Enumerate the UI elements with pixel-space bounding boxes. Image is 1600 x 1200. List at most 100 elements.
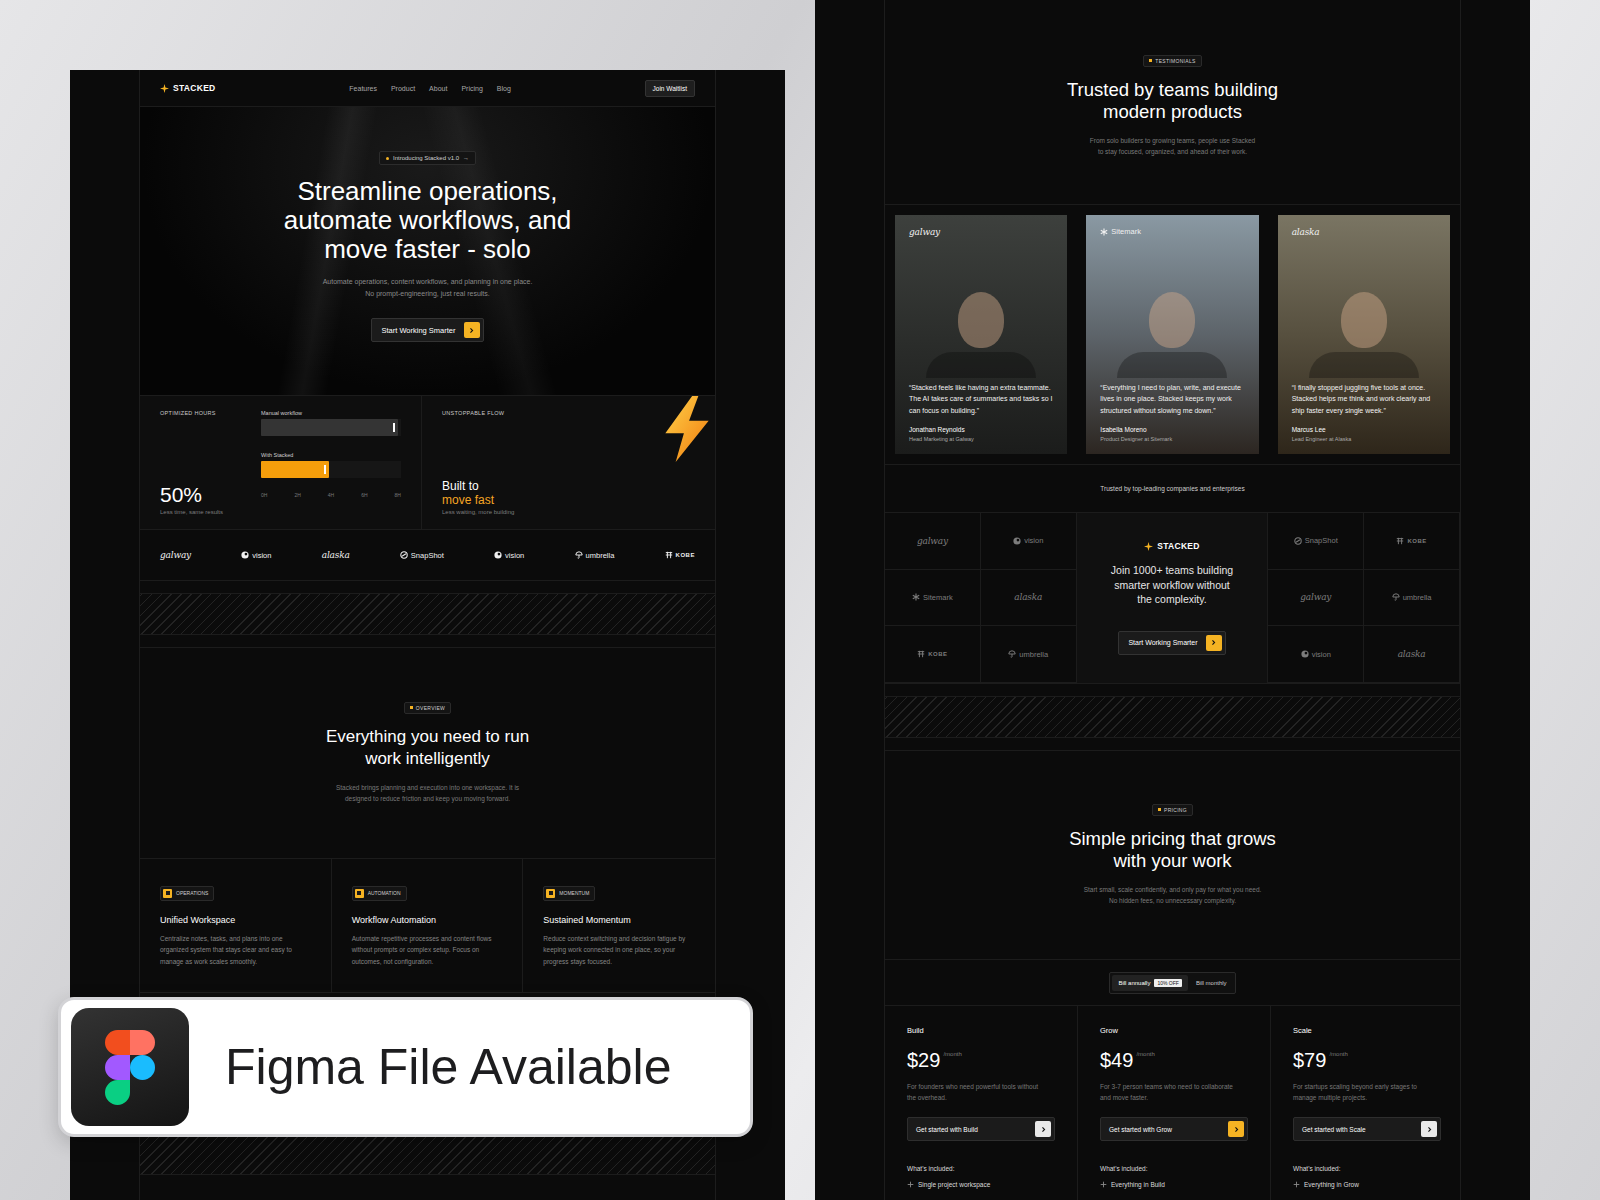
company-logo: alaska <box>1014 592 1042 602</box>
portrait-photo <box>1100 236 1244 378</box>
company-logo: Sitemark <box>912 593 953 602</box>
section-text: Start small, scale confidently, and only… <box>1084 884 1262 907</box>
chart-series: With Stacked <box>261 452 401 478</box>
logo-cell: KOBE <box>885 626 981 683</box>
nav-links: Features Product About Pricing Blog <box>349 85 510 92</box>
plan-button[interactable]: Get started with Grow <box>1100 1117 1248 1141</box>
logo-cell: Sitemark <box>885 570 981 627</box>
feature-card: AUTOMATIONWorkflow AutomationAutomate re… <box>332 859 524 992</box>
section-title: Simple pricing that growswith your work <box>1069 828 1276 872</box>
flow-title: Built tomove fast <box>442 479 695 507</box>
kobe-icon <box>1396 537 1404 545</box>
kobe-icon <box>917 650 925 658</box>
stat-caption: Less waiting, more building <box>442 509 695 515</box>
brand-logo[interactable]: STACKED <box>160 83 216 93</box>
figma-icon <box>71 1008 189 1126</box>
billing-toggle-row: Bill annually10% OFFBill monthly <box>885 960 1460 1006</box>
plus-icon <box>907 1181 914 1188</box>
dot-icon <box>494 551 502 559</box>
dot-icon <box>1013 537 1021 545</box>
logo-grid: STACKEDJoin 1000+ teams buildingsmarter … <box>885 513 1460 684</box>
nav-link[interactable]: Pricing <box>461 85 482 92</box>
section-badge: PRICING <box>1152 804 1193 816</box>
feature-card: OPERATIONSUnified WorkspaceCentralize no… <box>140 859 332 992</box>
company-logo: vision <box>1013 536 1043 545</box>
feature-card: MOMENTUMSustained MomentumReduce context… <box>523 859 715 992</box>
testimonial-card: galway“Stacked feels like having an extr… <box>895 215 1067 454</box>
testimonial-card: alaska“I finally stopped juggling five t… <box>1278 215 1450 454</box>
logo-cell: alaska <box>1364 626 1460 683</box>
overview-section: OVERVIEWEverything you need to runwork i… <box>140 647 715 859</box>
logo-strip: galwayvisionalaskaSnapShotvisionumbrella… <box>140 530 715 581</box>
company-logo: alaska <box>1398 649 1426 659</box>
logo-cell: umbrella <box>981 626 1077 683</box>
plan-button[interactable]: Get started with Build <box>907 1117 1055 1141</box>
hero-subtitle: Automate operations, content workflows, … <box>323 276 533 300</box>
start-button[interactable]: Start Working Smarter <box>1118 631 1225 655</box>
company-logo: vision <box>1301 650 1331 659</box>
stat-caption: Less time, same results <box>160 509 247 515</box>
chart-bar <box>261 461 329 478</box>
trusted-label: Trusted by top-leading companies and ent… <box>885 465 1460 513</box>
features: OPERATIONSUnified WorkspaceCentralize no… <box>140 859 715 993</box>
section-badge: OVERVIEW <box>404 702 451 714</box>
company-logo: SnapShot <box>400 551 444 560</box>
divider-strip <box>140 1133 715 1175</box>
company-logo: vision <box>494 551 524 560</box>
testimonial-card: Sitemark“Everything I need to plan, writ… <box>1086 215 1258 454</box>
plan-card: Scale$79/monthFor startups scaling beyon… <box>1271 1006 1463 1200</box>
divider-strip <box>885 696 1460 738</box>
portrait-photo <box>1292 237 1436 378</box>
nav-link[interactable]: Product <box>391 85 415 92</box>
stats: OPTIMIZED HOURS50%Less time, same result… <box>140 396 715 530</box>
company-logo: alaska <box>322 550 350 560</box>
plan-feature: Everything in Grow <box>1293 1181 1441 1188</box>
nav-link[interactable]: Features <box>349 85 377 92</box>
umbrella-icon <box>1008 650 1016 658</box>
logo-cell: galway <box>885 513 981 570</box>
testimonial-cards: galway“Stacked feels like having an extr… <box>885 205 1460 465</box>
nav-link[interactable]: Blog <box>497 85 511 92</box>
plan-card: Grow$49/monthFor 3-7 person teams who ne… <box>1078 1006 1271 1200</box>
stat-value: 50% <box>160 483 247 507</box>
hours-chart: Manual workflowWith Stacked0H2H4H6H8H <box>261 410 401 515</box>
brand-logo: STACKED <box>1144 541 1200 551</box>
company-logo: galway <box>917 536 948 546</box>
join-waitlist-button[interactable]: Join Waitlist <box>645 80 695 97</box>
company-logo: Sitemark <box>1100 227 1244 236</box>
swirl-icon <box>1294 537 1302 545</box>
hero: Introducing Stacked v1.0→Streamline oper… <box>140 107 715 396</box>
stat-label: UNSTOPPABLE FLOW <box>442 410 695 416</box>
join-card: STACKEDJoin 1000+ teams buildingsmarter … <box>1077 513 1269 683</box>
chart-axis: 0H2H4H6H8H <box>261 492 401 498</box>
plan-card: Build$29/monthFor founders who need powe… <box>885 1006 1078 1200</box>
divider-strip <box>140 593 715 635</box>
umbrella-icon <box>1392 593 1400 601</box>
nav-bar: STACKED Features Product About Pricing Blog Jo… <box>140 70 715 107</box>
billing-option[interactable]: Bill annually10% OFF <box>1112 975 1187 991</box>
pricing-header: PRICING Simple pricing that growswith you… <box>885 750 1460 960</box>
section-badge: TESTIMONIALS <box>1143 55 1201 67</box>
promo-label: Figma File Available <box>225 1038 672 1096</box>
showcase: STACKED Features Product About Pricing Blog Jo… <box>0 0 1600 1200</box>
logo-cell: SnapShot <box>1268 513 1364 570</box>
company-logo: vision <box>241 551 271 560</box>
plus-icon <box>1293 1181 1300 1188</box>
intro-badge[interactable]: Introducing Stacked v1.0→ <box>379 151 476 165</box>
portrait-photo <box>909 237 1053 378</box>
asterisk-icon <box>912 593 920 601</box>
flow-card: UNSTOPPABLE FLOW Built tomove fast Less wa… <box>422 396 715 529</box>
hours-card: OPTIMIZED HOURS50%Less time, same result… <box>140 396 422 529</box>
feature-icon <box>163 889 172 898</box>
nav-link[interactable]: About <box>429 85 447 92</box>
plan-button[interactable]: Get started with Scale <box>1293 1117 1441 1141</box>
logo-cell: KOBE <box>1364 513 1460 570</box>
logo-cell: umbrella <box>1364 570 1460 627</box>
feature-icon <box>546 889 555 898</box>
billing-option[interactable]: Bill monthly <box>1190 975 1233 991</box>
section-text: From solo builders to growing teams, peo… <box>1090 135 1255 158</box>
company-logo: SnapShot <box>1294 536 1338 545</box>
logo-cell: vision <box>1268 626 1364 683</box>
start-button[interactable]: Start Working Smarter <box>371 318 483 342</box>
company-logo: umbrella <box>575 551 615 560</box>
